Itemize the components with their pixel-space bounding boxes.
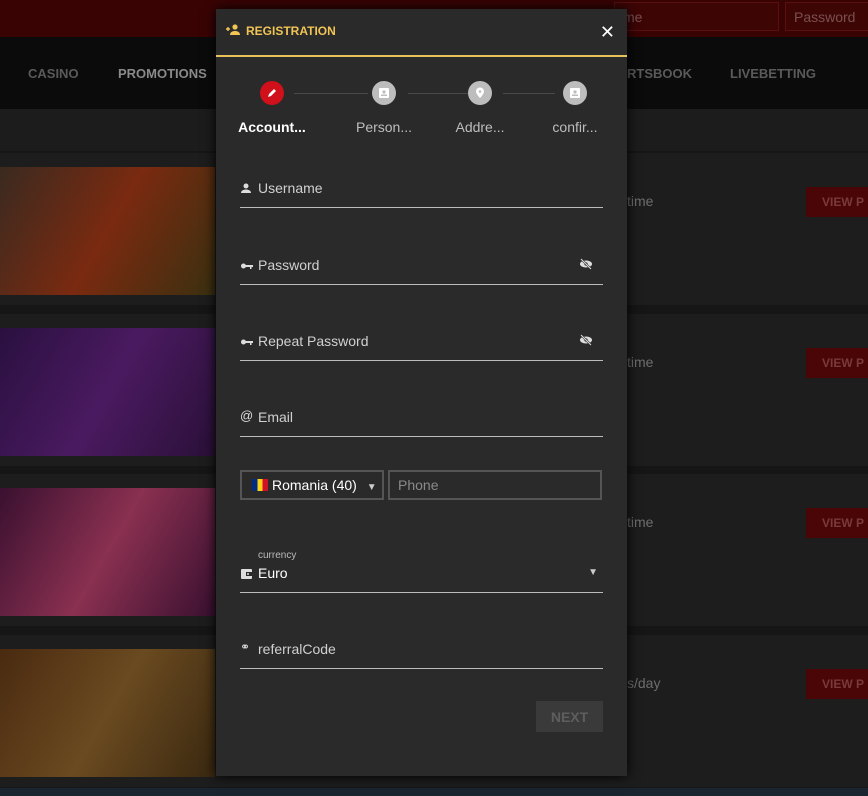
username-login-input[interactable]: me [614, 2, 779, 31]
promo-text: s/day [627, 675, 661, 691]
romania-flag-icon [252, 479, 268, 491]
step-label: Person... [355, 119, 413, 135]
currency-value: Euro [258, 565, 288, 581]
taskbar [0, 788, 868, 796]
referral-code-placeholder: referralCode [258, 641, 336, 657]
country-code-select[interactable]: Romania (40) ▼ [240, 470, 384, 500]
close-icon[interactable]: ✕ [600, 22, 615, 43]
view-promo-button[interactable]: VIEW P [806, 187, 868, 217]
key-icon [241, 339, 253, 345]
view-promo-button[interactable]: VIEW P [806, 508, 868, 538]
promo-text: time [627, 193, 654, 209]
step-confirm[interactable]: confir... [525, 81, 625, 135]
dialog-header: REGISTRATION ✕ [216, 9, 627, 57]
currency-label: currency [258, 550, 297, 561]
contact-card-icon [372, 81, 396, 105]
eye-off-icon[interactable] [579, 333, 593, 347]
promo-image [0, 649, 215, 777]
eye-off-icon[interactable] [579, 257, 593, 271]
nav-promotions[interactable]: PROMOTIONS [118, 66, 207, 81]
promo-image [0, 167, 215, 295]
contact-card-icon [563, 81, 587, 105]
promo-text: time [627, 354, 654, 370]
person-icon [241, 183, 251, 193]
location-pin-icon [468, 81, 492, 105]
password-placeholder: Password [258, 257, 320, 273]
wallet-icon [241, 569, 252, 579]
phone-input[interactable] [388, 470, 602, 500]
dialog-title: REGISTRATION [246, 24, 336, 38]
link-icon: ⚭ [240, 640, 251, 654]
step-label: Addre... [455, 119, 505, 135]
nav-livebetting[interactable]: LIVEBETTING [730, 66, 816, 81]
email-placeholder: Email [258, 409, 294, 425]
password-field[interactable]: Password [240, 253, 603, 285]
next-button[interactable]: NEXT [536, 701, 603, 732]
referral-code-field[interactable]: ⚭ referralCode [240, 637, 603, 669]
caret-down-icon: ▼ [588, 567, 598, 578]
stepper: Account... Person... Addre... confir... [216, 57, 627, 147]
at-icon: @ [240, 408, 254, 423]
promo-image [0, 328, 215, 456]
step-address[interactable]: Addre... [430, 81, 530, 135]
step-personal[interactable]: Person... [334, 81, 434, 135]
nav-casino[interactable]: CASINO [28, 66, 79, 81]
repeat-password-field[interactable]: Repeat Password [240, 329, 603, 361]
pencil-icon [260, 81, 284, 105]
step-label: Account... [238, 119, 306, 135]
username-placeholder: Username [258, 180, 323, 196]
view-promo-button[interactable]: VIEW P [806, 348, 868, 378]
promo-image [0, 488, 215, 616]
password-login-input[interactable]: Password [785, 2, 868, 31]
promo-text: time [627, 514, 654, 530]
registration-dialog: REGISTRATION ✕ Account... Person... Addr… [216, 9, 627, 776]
step-account[interactable]: Account... [222, 81, 322, 135]
email-field[interactable]: @ Email [240, 405, 603, 437]
caret-down-icon: ▼ [366, 482, 377, 493]
country-code-value: Romania (40) [272, 477, 357, 493]
key-icon [241, 263, 253, 269]
view-promo-button[interactable]: VIEW P [806, 669, 868, 699]
person-add-icon [226, 24, 240, 35]
nav-sportsbook[interactable]: RTSBOOK [627, 66, 692, 81]
username-field[interactable]: Username [240, 176, 603, 208]
repeat-password-placeholder: Repeat Password [258, 333, 369, 349]
step-label: confir... [552, 119, 598, 135]
currency-select[interactable]: Euro ▼ [240, 561, 603, 593]
